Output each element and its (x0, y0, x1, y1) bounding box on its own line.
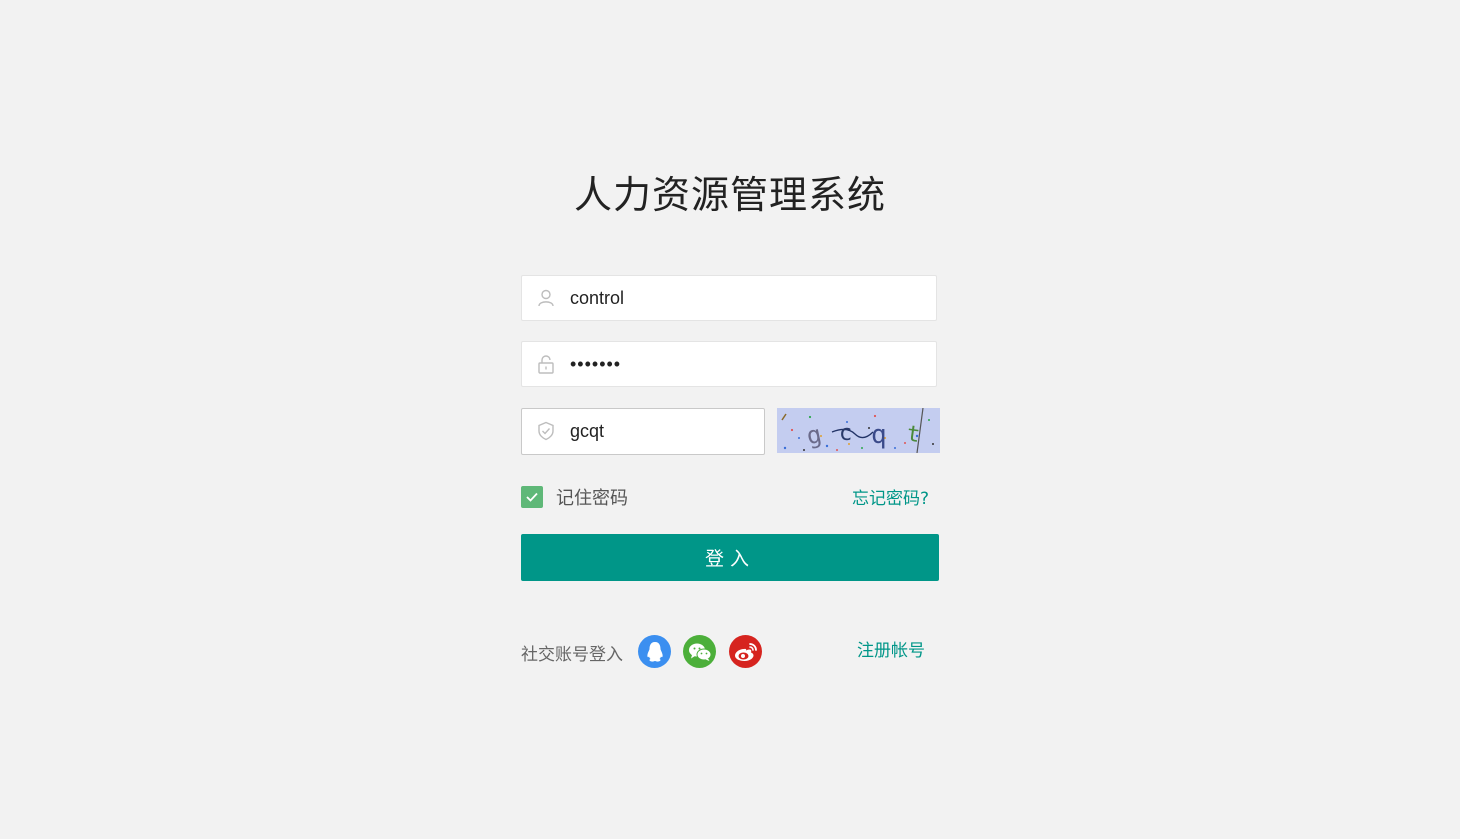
captcha-input[interactable] (570, 409, 752, 454)
weibo-icon (734, 642, 757, 661)
register-account-link[interactable]: 注册帐号 (857, 636, 925, 661)
weibo-login-button[interactable] (729, 635, 762, 668)
login-button[interactable]: 登入 (521, 534, 939, 581)
captcha-field[interactable] (521, 408, 765, 455)
captcha-image[interactable]: g c q t (777, 408, 940, 453)
wechat-login-button[interactable] (683, 635, 716, 668)
qq-login-button[interactable] (638, 635, 671, 668)
wechat-icon (688, 643, 711, 661)
login-page: 人力资源管理系统 control ••••••• gcqt g c q t 记住… (0, 0, 1460, 839)
password-input[interactable] (570, 342, 924, 386)
captcha-graphic: g c q t (777, 408, 940, 453)
remember-password-label: 记住密码 (556, 488, 628, 509)
captcha-char-3: q (871, 420, 887, 450)
username-input[interactable] (570, 276, 924, 320)
checkbox-checked-icon[interactable] (521, 486, 543, 508)
page-title: 人力资源管理系统 (573, 173, 886, 217)
remember-password-checkbox[interactable]: 记住密码 (521, 485, 628, 509)
lock-icon (538, 355, 554, 374)
username-field[interactable] (521, 275, 937, 321)
user-icon (538, 289, 554, 307)
captcha-char-2: c (839, 421, 852, 446)
shield-check-icon (538, 421, 554, 441)
forgot-password-link[interactable]: 忘记密码? (852, 484, 929, 509)
check-icon (526, 492, 538, 502)
social-login-label: 社交账号登入 (521, 645, 623, 665)
qq-icon (646, 641, 663, 662)
password-field[interactable] (521, 341, 937, 387)
